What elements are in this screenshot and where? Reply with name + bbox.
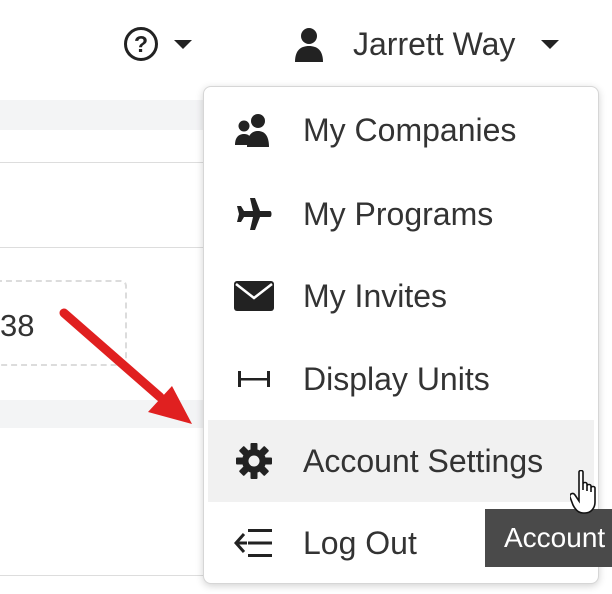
menu-item-label: My Companies (303, 111, 517, 148)
help-dropdown-toggle[interactable]: ? (124, 24, 192, 64)
menu-item-label: My Invites (303, 277, 448, 314)
menu-item-my-programs[interactable]: My Programs (208, 173, 594, 255)
page-band-bottom (0, 400, 205, 428)
user-dropdown-toggle[interactable]: Jarrett Way (295, 22, 560, 66)
gear-icon (234, 441, 274, 481)
page-divider (0, 575, 205, 576)
users-icon (234, 110, 274, 150)
menu-item-label: Display Units (303, 360, 490, 397)
menu-item-label: Account Settings (303, 442, 544, 479)
menu-item-display-units[interactable]: Display Units (208, 338, 594, 420)
menu-item-my-invites[interactable]: My Invites (208, 255, 594, 337)
caret-down-icon (541, 39, 560, 49)
hand-pointer-icon (570, 470, 596, 514)
caret-down-icon (174, 39, 192, 49)
menu-item-my-companies[interactable]: My Companies (208, 89, 594, 171)
plane-icon (234, 194, 274, 234)
ruler-horizontal-icon (234, 359, 274, 399)
tooltip: Account (485, 509, 612, 567)
page-divider (0, 247, 205, 248)
page-band-top (0, 100, 205, 130)
question-circle-icon: ? (124, 27, 158, 61)
page-divider (0, 162, 205, 163)
sign-out-icon (234, 523, 274, 563)
menu-item-label: Log Out (303, 524, 417, 561)
menu-item-label: My Programs (303, 195, 494, 232)
value-card-number: 38 (0, 308, 35, 343)
envelope-icon (234, 276, 274, 316)
user-name: Jarrett Way (353, 25, 516, 62)
menu-item-account-settings[interactable]: Account Settings (208, 420, 594, 502)
user-icon (295, 28, 323, 62)
